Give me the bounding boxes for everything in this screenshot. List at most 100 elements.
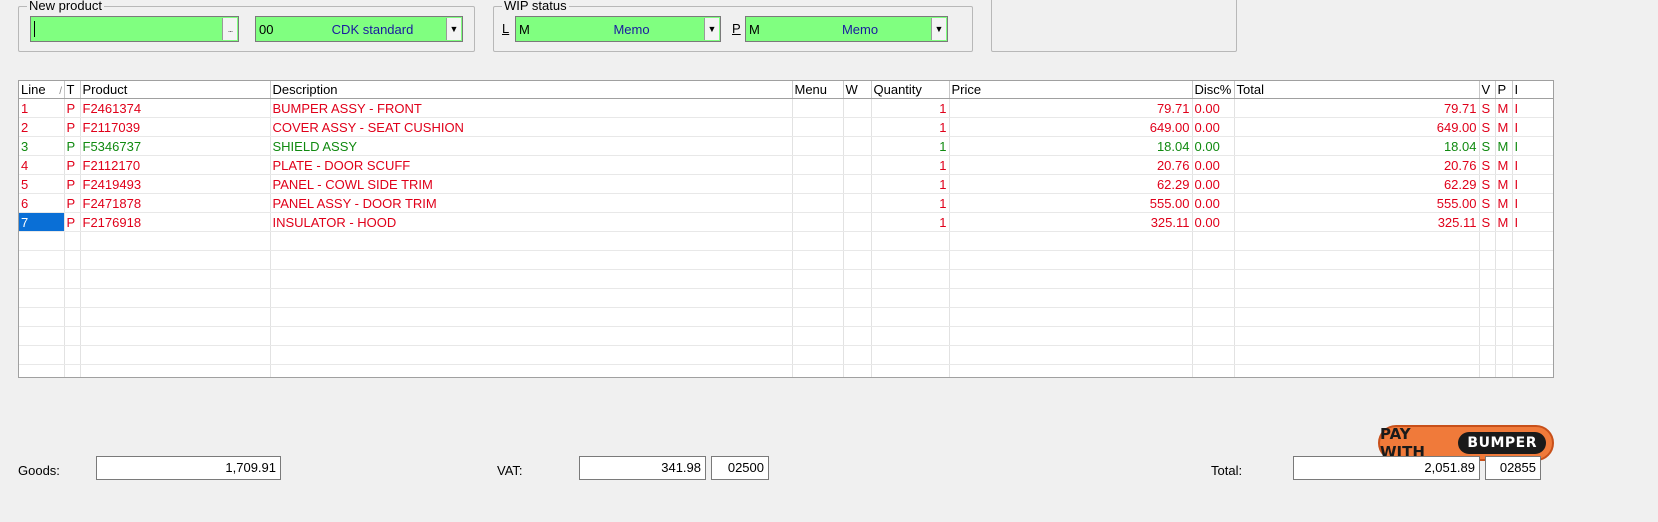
empty-cell [843,345,872,365]
wip-p-code: M [749,21,760,37]
col-header-quantity[interactable]: Quantity [871,81,950,99]
empty-cell [1479,231,1496,251]
table-row[interactable]: 5 P F2419493 PANEL - COWL SIDE TRIM 1 62.29 0.… [19,174,1553,194]
total-code-field: 02855 [1485,456,1541,480]
empty-cell [843,364,872,377]
empty-cell [949,269,1193,289]
empty-cell [792,269,844,289]
table-row[interactable]: 1 P F2461374 BUMPER ASSY - FRONT 1 79.71 0.00 7… [19,98,1553,118]
wip-l-select[interactable]: M Memo ▼ [515,16,721,42]
cell-product: F2471878 [80,193,271,213]
cell-product: F2112170 [80,155,271,175]
wip-l-code: M [519,21,530,37]
col-header-disc[interactable]: Disc% [1192,81,1235,99]
empty-cell [80,288,271,308]
goods-value-field: 1,709.91 [96,456,281,480]
cell-v: S [1479,98,1496,118]
col-header-i[interactable]: I [1512,81,1553,99]
empty-cell [80,345,271,365]
chevron-down-icon[interactable]: ▼ [446,18,461,40]
empty-row[interactable] [19,269,1553,289]
col-header-line[interactable]: Line / [19,81,65,99]
product-lookup-button[interactable]: ... [222,18,237,40]
cell-product: F5346737 [80,136,271,156]
empty-cell [64,307,81,327]
product-input[interactable]: ... [30,16,239,42]
product-type-select[interactable]: 00 CDK standard ▼ [255,16,463,42]
cell-menu [792,212,844,232]
empty-cell [1495,288,1513,308]
cell-description: PANEL ASSY - DOOR TRIM [270,193,793,213]
empty-cell [949,326,1193,346]
cell-p: M [1495,155,1513,175]
empty-cell [270,364,793,377]
table-row[interactable]: 4 P F2112170 PLATE - DOOR SCUFF 1 20.76 0.00 20… [19,155,1553,175]
empty-cell [1234,307,1480,327]
col-header-price[interactable]: Price [949,81,1193,99]
empty-cell [792,345,844,365]
table-row[interactable]: 2 P F2117039 COVER ASSY - SEAT CUSHION 1 649.… [19,117,1553,137]
empty-row[interactable] [19,345,1553,365]
table-row[interactable]: 3 P F5346737 SHIELD ASSY 1 18.04 0.00 18.04 S M I [19,136,1553,156]
empty-cell [19,269,65,289]
vat-code-field: 02500 [711,456,769,480]
cell-disc: 0.00 [1192,193,1235,213]
empty-cell [949,250,1193,270]
chevron-down-icon[interactable]: ▼ [931,18,946,40]
wip-p-select[interactable]: M Memo ▼ [745,16,948,42]
empty-cell [1495,269,1513,289]
empty-row[interactable] [19,231,1553,251]
product-type-label: CDK standard [331,21,414,37]
col-header-v[interactable]: V [1479,81,1496,99]
empty-row[interactable] [19,288,1553,308]
empty-row[interactable] [19,250,1553,270]
empty-cell [270,326,793,346]
col-header-total[interactable]: Total [1234,81,1480,99]
empty-row[interactable] [19,307,1553,327]
table-row[interactable]: 7 P F2176918 INSULATOR - HOOD 1 325.11 0.00 325… [19,212,1553,232]
cell-disc: 0.00 [1192,212,1235,232]
cell-description: BUMPER ASSY - FRONT [270,98,793,118]
cell-line: 4 [19,155,65,175]
cell-w [843,117,872,137]
empty-cell [64,326,81,346]
empty-cell [871,231,950,251]
empty-cell [19,250,65,270]
col-header-t[interactable]: T [64,81,81,99]
cell-quantity: 1 [871,117,950,137]
empty-cell [80,364,271,377]
empty-cell [1495,307,1513,327]
empty-row[interactable] [19,326,1553,346]
empty-cell [949,307,1193,327]
info-panel [991,0,1237,52]
chevron-down-icon[interactable]: ▼ [704,18,719,40]
cell-p: M [1495,174,1513,194]
text-caret [34,21,35,37]
empty-cell [1192,231,1235,251]
col-header-p[interactable]: P [1495,81,1513,99]
empty-cell [1479,269,1496,289]
cell-v: S [1479,155,1496,175]
table-row[interactable]: 6 P F2471878 PANEL ASSY - DOOR TRIM 1 555.00 0… [19,193,1553,213]
goods-label: Goods: [18,463,60,478]
empty-cell [1192,364,1235,377]
cell-quantity: 1 [871,174,950,194]
empty-row[interactable] [19,364,1553,377]
wip-status-legend: WIP status [502,0,569,13]
cell-w [843,174,872,194]
parts-grid[interactable]: Line / T Product Description Menu W Quan… [18,80,1554,378]
col-header-menu[interactable]: Menu [792,81,844,99]
cell-line: 7 [19,212,65,232]
cell-product: F2461374 [80,98,271,118]
col-header-description[interactable]: Description [270,81,793,99]
cell-quantity: 1 [871,136,950,156]
empty-cell [1479,364,1496,377]
empty-cell [64,345,81,365]
empty-cell [871,326,950,346]
empty-cell [792,364,844,377]
cell-p: M [1495,212,1513,232]
col-header-w[interactable]: W [843,81,872,99]
cell-w [843,193,872,213]
empty-cell [949,345,1193,365]
col-header-product[interactable]: Product [80,81,271,99]
